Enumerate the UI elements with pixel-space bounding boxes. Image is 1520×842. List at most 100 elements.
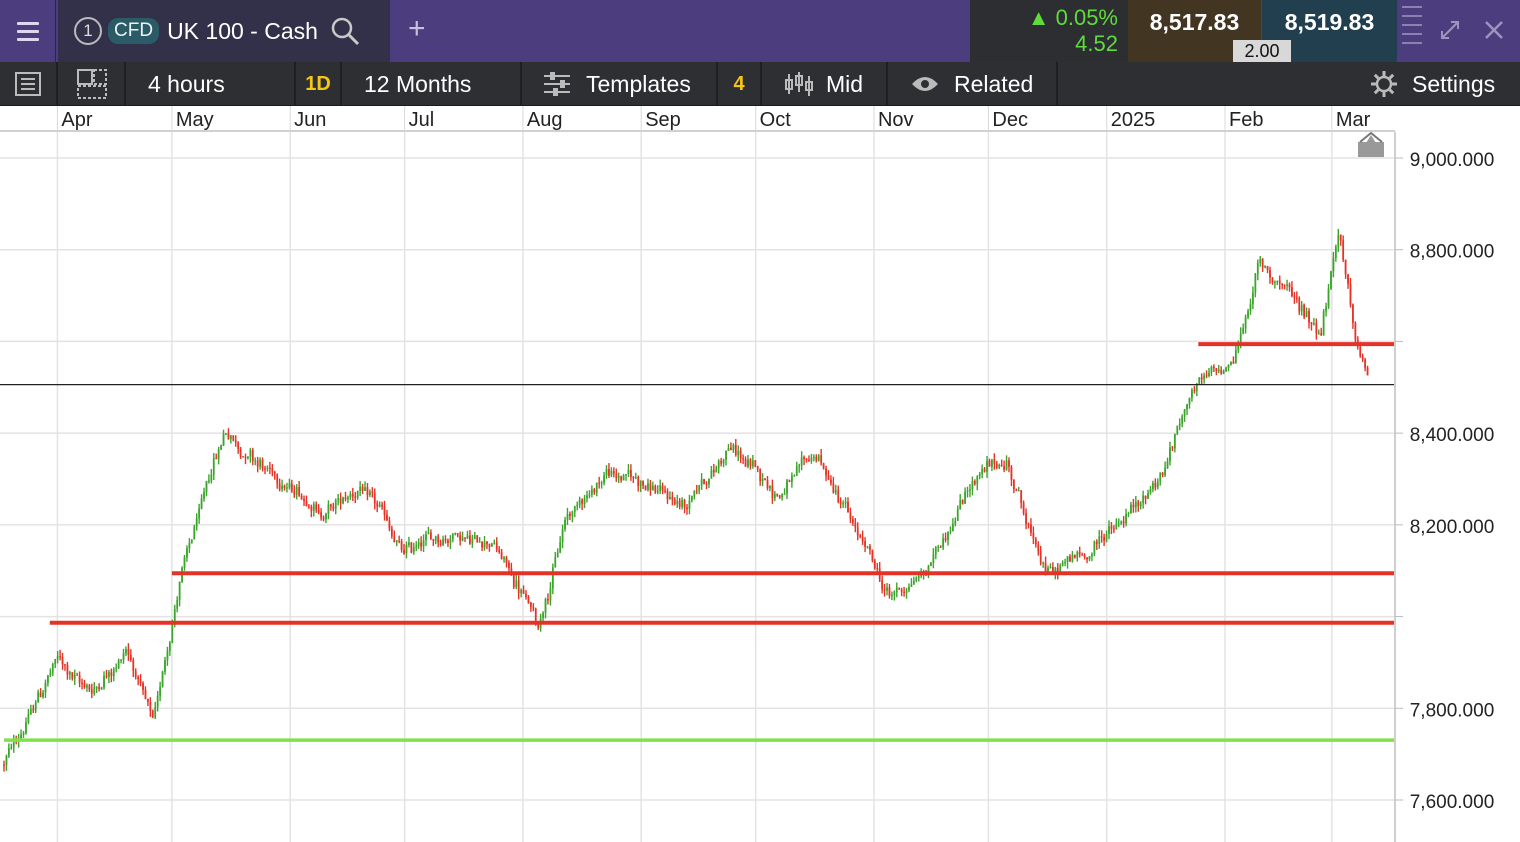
x-tick-label: Oct (760, 109, 792, 131)
candle-body (656, 491, 659, 493)
candle-body (698, 485, 701, 491)
candle-body (481, 541, 483, 548)
candle-body (78, 675, 81, 683)
candle-body (1086, 557, 1088, 560)
candle-body (666, 491, 669, 500)
candle-body (629, 469, 632, 478)
candle-body (437, 536, 440, 543)
candle-body (820, 455, 823, 464)
candle-body (542, 612, 544, 619)
candle-body (634, 477, 637, 479)
price-type-select[interactable]: Mid (764, 62, 888, 106)
candle-body (998, 464, 1001, 468)
list-icon[interactable] (0, 62, 58, 106)
candle-body (61, 657, 64, 665)
candle-body (168, 642, 171, 651)
candle-body (125, 649, 127, 654)
change-absolute: 4.52 (1075, 31, 1118, 56)
candle-body (200, 498, 203, 509)
candle-body (178, 581, 181, 601)
close-icon[interactable] (1482, 18, 1506, 42)
candle-body (715, 467, 718, 473)
menu-icon[interactable] (0, 0, 56, 62)
candle-body (625, 474, 627, 476)
candle-body (578, 499, 581, 505)
candle-body (39, 692, 42, 698)
interval-select[interactable]: 4 hours (128, 62, 296, 106)
range-select[interactable]: 12 Months (344, 62, 522, 106)
candle-body (959, 500, 962, 510)
candle-body (683, 499, 686, 508)
candle-body (1117, 523, 1120, 525)
home-icon[interactable] (1358, 131, 1384, 157)
candle-body (386, 514, 388, 521)
templates-button[interactable]: Templates (524, 62, 718, 106)
candle-body (268, 467, 271, 469)
candle-body (368, 491, 371, 496)
candle-body (342, 497, 344, 504)
search-icon[interactable] (330, 16, 360, 46)
candle-body (442, 539, 444, 545)
candle-body (10, 747, 13, 749)
candle-body (727, 448, 730, 451)
expand-icon[interactable] (1438, 18, 1462, 42)
candle-body (171, 623, 174, 643)
add-tab-icon[interactable]: + (408, 12, 426, 46)
candle-body (229, 435, 232, 440)
candle-body (127, 649, 130, 655)
candle-body (1037, 544, 1040, 552)
candle-body (1215, 368, 1218, 372)
candle-body (71, 672, 74, 679)
candle-body (795, 466, 798, 476)
candle-body (249, 450, 252, 457)
x-tick-label: Feb (1229, 109, 1263, 131)
instrument-tab[interactable]: 1 CFD UK 100 - Cash (58, 0, 390, 62)
candle-body (749, 459, 752, 467)
candle-body (581, 499, 584, 504)
candle-body (332, 506, 335, 509)
indicator-count[interactable]: 4 (718, 62, 762, 106)
candle-body (710, 469, 713, 479)
candle-body (1008, 460, 1010, 467)
candle-body (266, 467, 269, 469)
candle-body (242, 456, 244, 458)
candle-body (954, 520, 957, 524)
x-tick-label: Nov (878, 109, 914, 131)
candle-body (471, 539, 474, 544)
candle-body (420, 542, 423, 547)
related-button[interactable]: Related (890, 62, 1058, 106)
timeframe-badge[interactable]: 1D (296, 62, 342, 106)
candle-body (944, 538, 947, 541)
candle-body (505, 557, 508, 563)
candle-body (1103, 537, 1106, 541)
candle-body (1239, 333, 1242, 343)
candle-body (234, 440, 237, 443)
candle-body (1281, 283, 1284, 286)
candle-body (107, 672, 110, 677)
candle-body (390, 528, 393, 537)
candle-body (808, 459, 810, 462)
chart-toolbar: 4 hours 1D 12 Months Templates 4 Mid Rel… (0, 62, 1520, 106)
candle-body (993, 459, 996, 464)
price-chart[interactable]: 8,607.2328,518.8308,107.4587,999.6617,74… (0, 106, 1520, 842)
candle-body (1015, 489, 1018, 492)
candle-body (1115, 523, 1118, 530)
settings-button[interactable]: Settings (1360, 62, 1520, 106)
candle-body (590, 489, 593, 495)
layout-icon[interactable] (60, 62, 126, 106)
candle-body (66, 664, 69, 675)
candle-body (1293, 296, 1296, 298)
candle-body (1283, 285, 1286, 287)
candle-body (1164, 467, 1166, 476)
candle-body (859, 535, 862, 537)
drag-handle-icon[interactable] (1402, 6, 1422, 56)
candle-body (381, 504, 383, 507)
candle-body (337, 498, 340, 500)
candle-body (115, 668, 118, 670)
candle-body (642, 480, 644, 486)
candle-body (1332, 257, 1335, 272)
candle-body (744, 459, 747, 467)
candle-body (637, 477, 640, 487)
gear-icon (1371, 71, 1397, 97)
candle-body (449, 538, 452, 544)
